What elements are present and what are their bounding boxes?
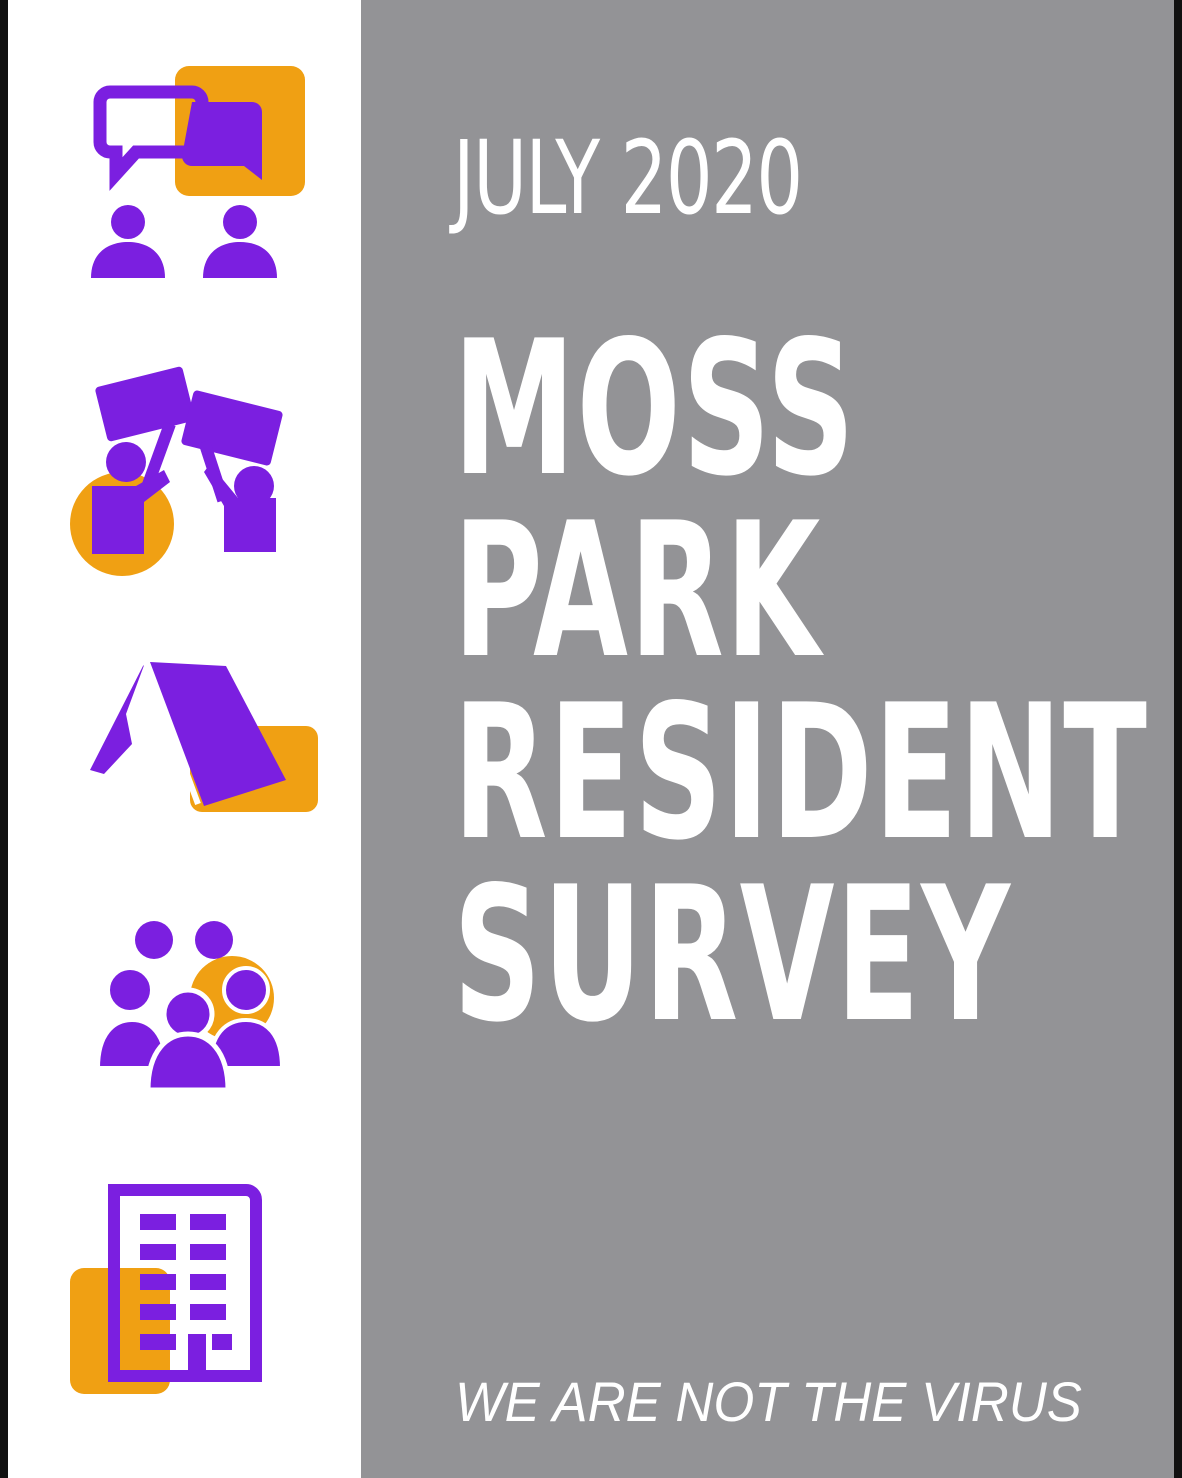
right-border: [1174, 0, 1182, 1478]
conversation-icon: [91, 66, 305, 278]
survey-title: MOSS PARK RESIDENT SURVEY: [453, 300, 1149, 1063]
building-icon: [70, 1184, 262, 1394]
title-line: SURVEY: [453, 846, 1012, 1063]
title-panel: JULY 2020 MOSS PARK RESIDENT SURVEY WE A…: [361, 0, 1174, 1478]
protest-signs-icon: [70, 366, 283, 576]
icon-column: [8, 0, 361, 1478]
title-line: PARK: [453, 482, 822, 699]
title-line: MOSS: [453, 300, 857, 517]
survey-date: JULY 2020: [453, 119, 803, 238]
tent-icon: [90, 656, 318, 812]
left-border: [0, 0, 8, 1478]
title-line: RESIDENT: [453, 664, 1149, 881]
crowd-icon: [95, 921, 285, 1093]
tagline: WE ARE NOT THE VIRUS: [455, 1370, 1082, 1433]
